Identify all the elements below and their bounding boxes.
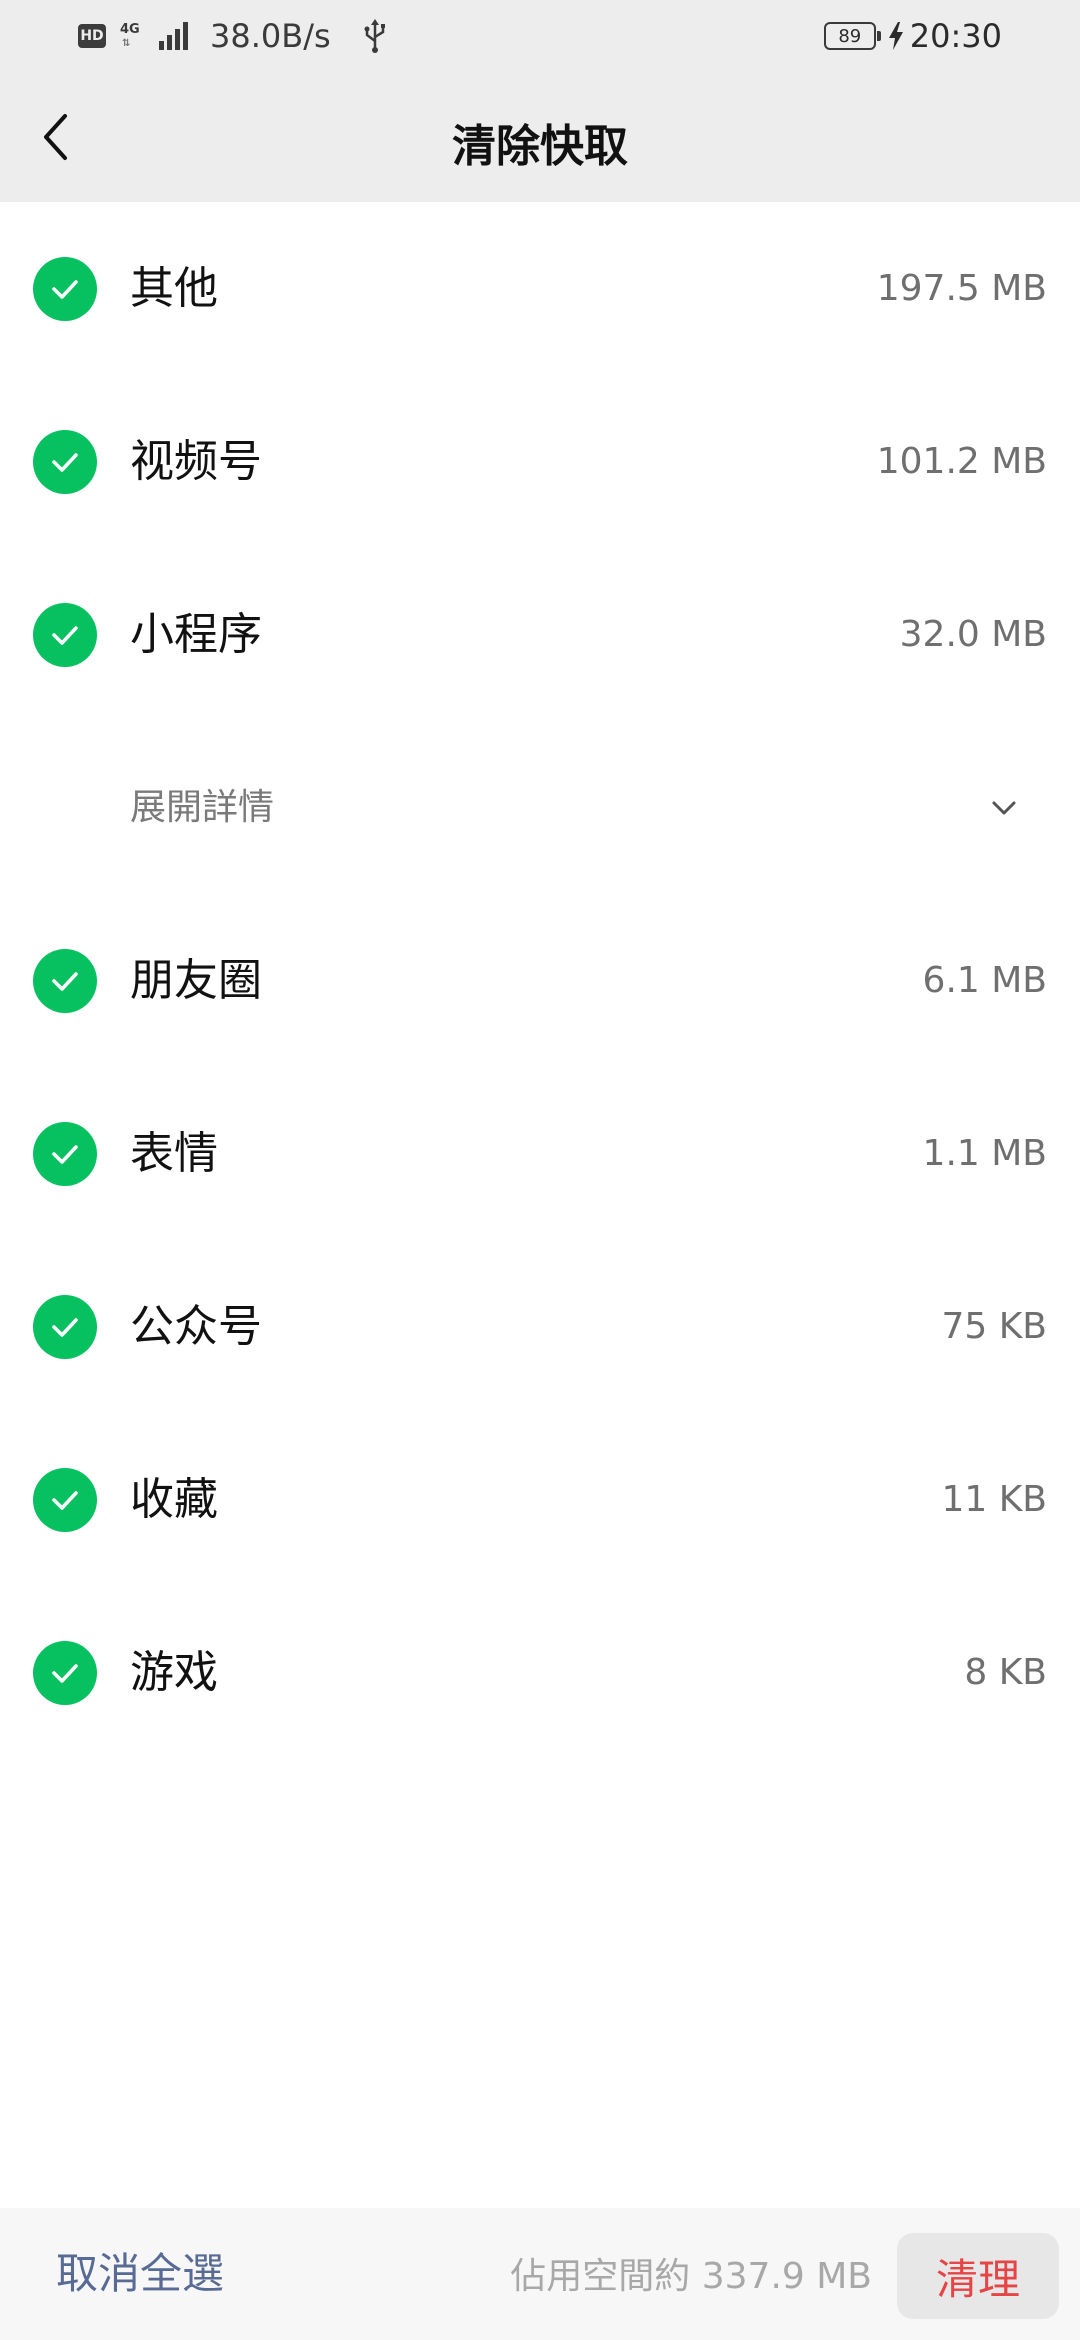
battery-icon: 89 <box>823 22 881 50</box>
check-circle-icon[interactable] <box>33 603 97 667</box>
clock: 20:30 <box>909 17 1002 55</box>
lightning-bolt-icon <box>888 22 903 50</box>
cache-item-size: 197.5 MB <box>876 268 1047 309</box>
network-type-indicator: 4G ⇅ <box>120 18 144 54</box>
cache-item-size: 101.2 MB <box>876 441 1047 482</box>
cache-list: 其他 197.5 MB 视频号 101.2 MB 小程序 32.0 MB 展開詳… <box>0 202 1080 1759</box>
cache-item-label: 朋友圈 <box>130 955 262 1006</box>
check-circle-icon[interactable] <box>33 949 97 1013</box>
expand-details-row[interactable]: 展開詳情 <box>0 721 1080 894</box>
cache-item-size: 75 KB <box>941 1306 1047 1347</box>
cache-item-size: 1.1 MB <box>922 1133 1047 1174</box>
signal-strength-icon <box>159 22 188 50</box>
navigation-bar: 清除快取 <box>0 72 1080 202</box>
page-title: 清除快取 <box>452 121 628 172</box>
cache-item-size: 6.1 MB <box>922 960 1047 1001</box>
cache-item-other[interactable]: 其他 197.5 MB <box>0 202 1080 375</box>
storage-usage-text: 佔用空間約 337.9 MB <box>510 2256 872 2297</box>
cache-item-stickers[interactable]: 表情 1.1 MB <box>0 1067 1080 1240</box>
expand-details-label: 展開詳情 <box>130 787 275 828</box>
cache-item-label: 表情 <box>130 1128 218 1179</box>
network-speed: 38.0B/s <box>210 17 331 55</box>
cache-item-size: 32.0 MB <box>899 614 1047 655</box>
check-circle-icon[interactable] <box>33 257 97 321</box>
cache-item-label: 公众号 <box>130 1301 262 1352</box>
chevron-down-icon <box>992 801 1016 815</box>
cache-item-games[interactable]: 游戏 8 KB <box>0 1586 1080 1759</box>
cache-item-label: 小程序 <box>130 609 262 660</box>
hd-badge: HD <box>78 24 106 48</box>
status-bar-left: HD 4G ⇅ 38.0B/s <box>78 14 387 58</box>
cache-item-official-accounts[interactable]: 公众号 75 KB <box>0 1240 1080 1413</box>
status-bar-right: 89 20:30 <box>823 14 1002 58</box>
deselect-all-button[interactable]: 取消全選 <box>56 2248 224 2300</box>
check-circle-icon[interactable] <box>33 1468 97 1532</box>
cache-item-mini-programs[interactable]: 小程序 32.0 MB <box>0 548 1080 721</box>
cache-item-label: 游戏 <box>130 1647 218 1698</box>
check-circle-icon[interactable] <box>33 1295 97 1359</box>
cache-item-moments[interactable]: 朋友圈 6.1 MB <box>0 894 1080 1067</box>
clean-button[interactable]: 清理 <box>897 2233 1059 2319</box>
cache-item-label: 收藏 <box>130 1474 218 1525</box>
check-circle-icon[interactable] <box>33 1122 97 1186</box>
cache-item-favorites[interactable]: 收藏 11 KB <box>0 1413 1080 1586</box>
data-activity-icon: ⇅ <box>122 38 131 49</box>
cache-item-label: 视频号 <box>130 436 262 487</box>
battery-level: 89 <box>838 25 862 47</box>
check-circle-icon[interactable] <box>33 430 97 494</box>
bottom-action-bar: 取消全選 佔用空間約 337.9 MB 清理 <box>0 2208 1080 2340</box>
cache-item-size: 11 KB <box>941 1479 1047 1520</box>
network-type-label: 4G <box>120 22 140 37</box>
usb-icon <box>364 19 385 53</box>
cache-item-channels[interactable]: 视频号 101.2 MB <box>0 375 1080 548</box>
cache-item-size: 8 KB <box>964 1652 1047 1693</box>
cache-item-label: 其他 <box>130 263 218 314</box>
status-bar: HD 4G ⇅ 38.0B/s 89 20:30 <box>0 0 1080 72</box>
check-circle-icon[interactable] <box>33 1641 97 1705</box>
